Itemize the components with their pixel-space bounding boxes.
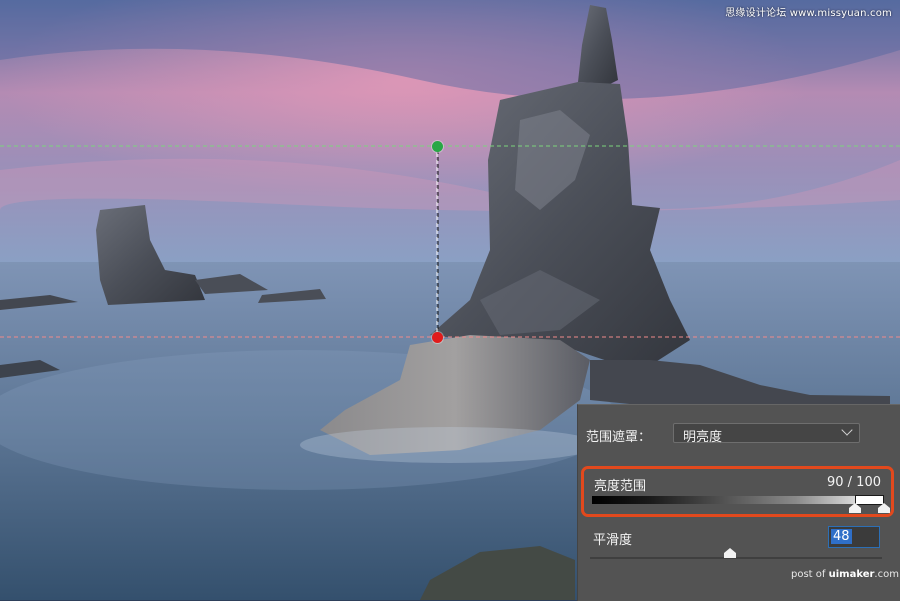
site-watermark: 思缘设计论坛 www.missyuan.com	[725, 8, 892, 19]
luminance-max-handle[interactable]	[878, 503, 890, 513]
luminance-range-slider[interactable]	[592, 495, 884, 505]
smoothness-label: 平滑度	[593, 533, 633, 548]
luminance-min-handle[interactable]	[848, 503, 861, 513]
range-mask-row: 范围遮罩： 明亮度	[586, 423, 886, 445]
smoothness-value: 48	[831, 529, 852, 544]
chevron-down-icon	[841, 424, 853, 436]
credit-prefix: post of	[791, 569, 826, 580]
luminance-range-label: 亮度范围	[594, 479, 647, 494]
range-mask-select[interactable]: 明亮度	[673, 423, 860, 445]
range-mask-panel: 范围遮罩： 明亮度 亮度范围 90 / 100 平滑度 48 post of u…	[577, 404, 900, 601]
luminance-range-highlight-box: 亮度范围 90 / 100	[581, 466, 894, 517]
credit-suffix: .com	[874, 569, 899, 580]
credit-text: post of uimaker.com	[791, 569, 899, 580]
highlight-sample-point[interactable]	[432, 141, 443, 152]
smoothness-handle[interactable]	[724, 548, 737, 558]
range-mask-selected-value: 明亮度	[683, 430, 723, 445]
credit-brand: uimaker	[828, 569, 875, 580]
shadow-sample-point[interactable]	[432, 332, 443, 343]
smoothness-input[interactable]: 48	[828, 526, 880, 548]
range-mask-label: 范围遮罩：	[586, 430, 652, 445]
luminance-range-value: 90 / 100	[827, 475, 881, 490]
